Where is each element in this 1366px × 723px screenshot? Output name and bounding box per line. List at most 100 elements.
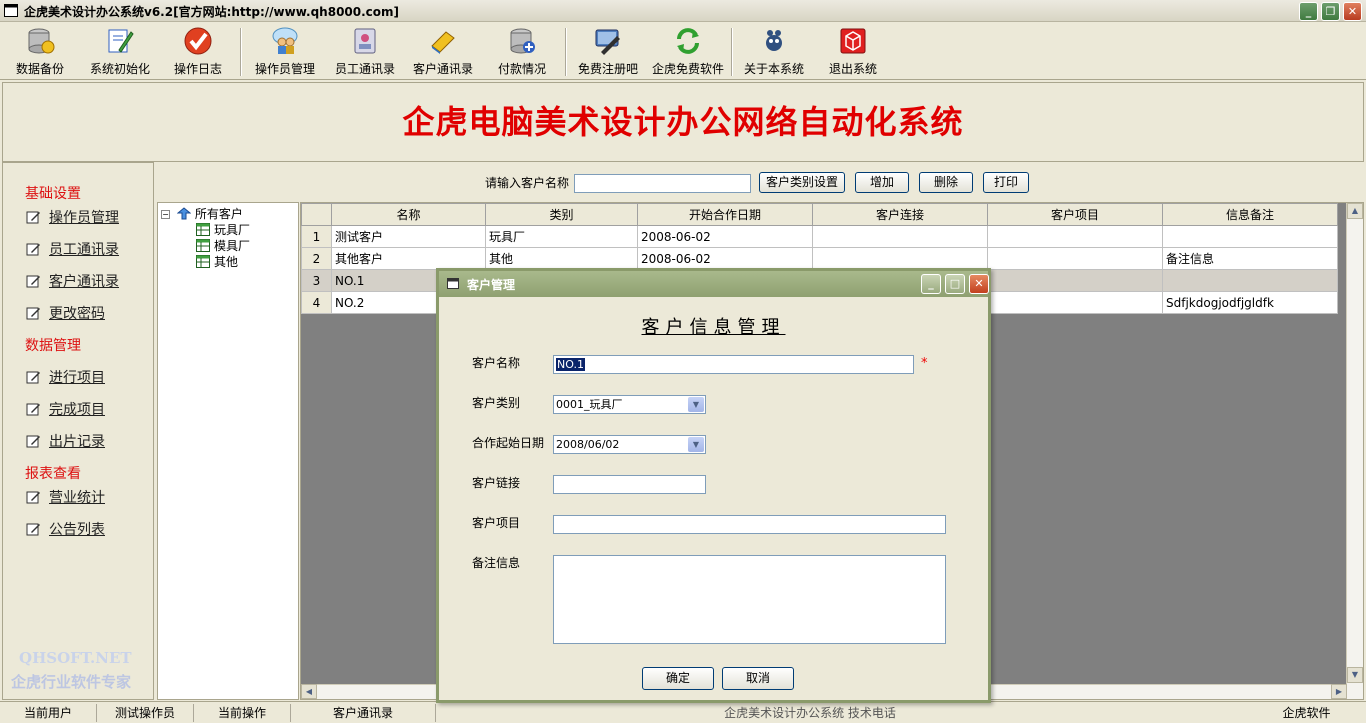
- table-cell[interactable]: 其他客户: [331, 247, 486, 270]
- tree-node-other[interactable]: 其他: [196, 253, 238, 270]
- chevron-down-icon[interactable]: ▼: [688, 437, 704, 452]
- toolbar-customer-contacts[interactable]: 客户通讯录: [403, 26, 483, 78]
- toolbar-free-register[interactable]: 免费注册吧: [568, 26, 648, 78]
- scroll-left-icon[interactable]: ◀: [301, 684, 317, 699]
- table-cell[interactable]: [987, 247, 1163, 270]
- toolbar-staff-contacts[interactable]: 员工通讯录: [325, 26, 405, 78]
- scroll-right-icon[interactable]: ▶: [1331, 684, 1347, 699]
- table-cell[interactable]: [1162, 225, 1338, 248]
- dialog-close-button[interactable]: ✕: [969, 274, 989, 294]
- table-cell[interactable]: [812, 247, 988, 270]
- restore-button[interactable]: ❐: [1321, 2, 1340, 21]
- dialog-maximize-button[interactable]: □: [945, 274, 965, 294]
- tree-node-toy-factory[interactable]: 玩具厂: [196, 221, 250, 238]
- sidebar-item-label: 公告列表: [49, 522, 105, 538]
- table-cell[interactable]: 备注信息: [1162, 247, 1338, 270]
- table-cell[interactable]: 其他: [485, 247, 638, 270]
- table-cell[interactable]: 玩具厂: [485, 225, 638, 248]
- tree-node-label: 其他: [214, 255, 239, 269]
- vertical-scrollbar[interactable]: ▲ ▼: [1346, 203, 1363, 699]
- table-cell[interactable]: [987, 269, 1163, 292]
- toolbar-exit[interactable]: 退出系统: [813, 26, 893, 78]
- minimize-button[interactable]: _: [1299, 2, 1318, 21]
- toolbar-system-init[interactable]: 系统初始化: [80, 26, 160, 78]
- sidebar: 基础设置 操作员管理 员工通讯录 客户通讯录 更改密码 数据管理 进行项目 完成…: [2, 162, 154, 700]
- sidebar-item-business-stats[interactable]: 营业统计: [25, 487, 105, 507]
- toolbar-operator-manage[interactable]: 操作员管理: [245, 26, 325, 78]
- customer-search-input[interactable]: [574, 174, 751, 193]
- sidebar-item-operator-manage[interactable]: 操作员管理: [25, 207, 119, 227]
- sidebar-item-ongoing-projects[interactable]: 进行项目: [25, 367, 105, 387]
- database-backup-icon: [28, 28, 55, 54]
- scroll-up-icon[interactable]: ▲: [1347, 203, 1363, 219]
- column-header[interactable]: 客户项目: [987, 203, 1163, 226]
- cancel-button[interactable]: 取消: [722, 667, 794, 690]
- table-cell[interactable]: [812, 225, 988, 248]
- table-cell[interactable]: [1162, 269, 1338, 292]
- status-current-op-label: 当前操作: [194, 704, 291, 722]
- table-cell[interactable]: [987, 225, 1163, 248]
- toolbar-about[interactable]: 关于本系统: [734, 26, 814, 78]
- scroll-down-icon[interactable]: ▼: [1347, 667, 1363, 683]
- sidebar-item-completed-projects[interactable]: 完成项目: [25, 399, 105, 419]
- sidebar-item-customer-contacts[interactable]: 客户通讯录: [25, 271, 119, 291]
- customer-name-field[interactable]: NO.1: [553, 355, 914, 374]
- column-header[interactable]: 客户连接: [812, 203, 988, 226]
- table-row[interactable]: 2 其他客户 其他 2008-06-02 备注信息: [301, 247, 1338, 270]
- nav-section-data: 数据管理: [25, 338, 81, 354]
- tree-node-label: 玩具厂: [214, 223, 251, 237]
- sidebar-item-change-password[interactable]: 更改密码: [25, 303, 105, 323]
- column-header[interactable]: 类别: [485, 203, 638, 226]
- dialog-minimize-button[interactable]: _: [921, 274, 941, 294]
- status-company-info: 企虎美术设计办公系统 技术电话: [724, 706, 896, 720]
- ok-button[interactable]: 确定: [642, 667, 714, 690]
- delete-button[interactable]: 删除: [919, 172, 973, 193]
- notes-textarea[interactable]: [553, 555, 946, 644]
- toolbar-data-backup[interactable]: 数据备份: [0, 26, 80, 78]
- toolbar-operation-log[interactable]: 操作日志: [158, 26, 238, 78]
- exit-icon: [840, 28, 866, 54]
- brand-slogan: 企虎行业软件专家: [11, 673, 132, 691]
- customer-project-label: 客户项目: [472, 516, 521, 530]
- column-header[interactable]: 名称: [331, 203, 486, 226]
- customer-project-field[interactable]: [553, 515, 946, 534]
- column-header[interactable]: 开始合作日期: [637, 203, 813, 226]
- contacts-icon: [354, 28, 376, 54]
- add-button[interactable]: 增加: [855, 172, 909, 193]
- row-number-header: [301, 203, 332, 226]
- collapse-icon[interactable]: −: [161, 210, 170, 219]
- search-label: 请输入客户名称: [485, 176, 570, 190]
- close-button[interactable]: ✕: [1343, 2, 1362, 21]
- edit-doc-icon: [26, 523, 40, 536]
- brand-watermark: QHSOFT.NET: [19, 649, 132, 667]
- main-toolbar: 数据备份 系统初始化 操作日志 操作员管理 员工通讯录 客户通讯录 付款情况 免…: [0, 22, 1366, 80]
- table-cell[interactable]: 测试客户: [331, 225, 486, 248]
- table-row[interactable]: 1 测试客户 玩具厂 2008-06-02: [301, 225, 1338, 248]
- tree-node-mold-factory[interactable]: 模具厂: [196, 237, 250, 254]
- table-cell[interactable]: Sdfjkdogjodfjgldfk: [1162, 291, 1338, 314]
- sidebar-item-staff-contacts[interactable]: 员工通讯录: [25, 239, 119, 259]
- toolbar-label: 企虎免费软件: [651, 62, 724, 76]
- column-header[interactable]: 信息备注: [1162, 203, 1338, 226]
- toolbar-free-software[interactable]: 企虎免费软件: [648, 26, 728, 78]
- customer-link-field[interactable]: [553, 475, 706, 494]
- print-button[interactable]: 打印: [983, 172, 1029, 193]
- table-cell[interactable]: 2008-06-02: [637, 225, 813, 248]
- toolbar-label: 客户通讯录: [412, 62, 473, 76]
- table-cell[interactable]: [987, 291, 1163, 314]
- customer-category-select[interactable]: 0001_玩具厂 ▼: [553, 395, 706, 414]
- log-check-icon: [184, 27, 212, 55]
- init-pen-icon: [108, 29, 134, 53]
- toolbar-payment[interactable]: 付款情况: [482, 26, 562, 78]
- start-date-picker[interactable]: 2008/06/02 ▼: [553, 435, 706, 454]
- chevron-down-icon[interactable]: ▼: [688, 397, 704, 412]
- toolbar-label: 系统初始化: [89, 62, 150, 76]
- customer-category-button[interactable]: 客户类别设置: [759, 172, 845, 193]
- sidebar-item-notice-list[interactable]: 公告列表: [25, 519, 105, 539]
- tree-root-label: 所有客户: [194, 207, 243, 221]
- sidebar-item-film-records[interactable]: 出片记录: [25, 431, 105, 451]
- payment-db-icon: [510, 28, 535, 54]
- customer-book-icon: [431, 31, 455, 54]
- tree-root[interactable]: − 所有客户: [161, 205, 243, 222]
- table-cell[interactable]: 2008-06-02: [637, 247, 813, 270]
